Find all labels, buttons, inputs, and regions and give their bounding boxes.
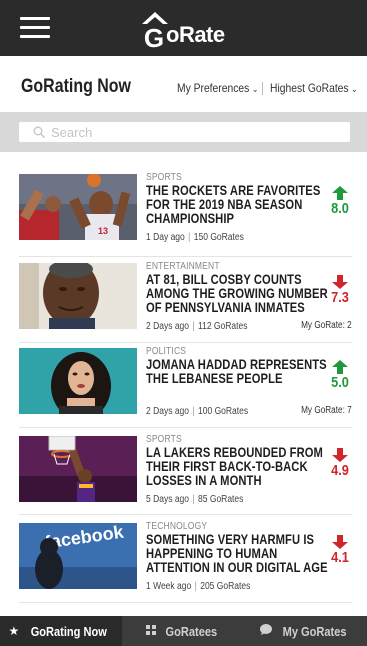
- filter-divider: [262, 82, 263, 95]
- gorate-score[interactable]: 4.9: [328, 448, 352, 479]
- basketball-player-photo: 13: [19, 174, 137, 240]
- portrait-photo: [19, 263, 137, 329]
- news-meta: 1 Week ago | 205 GoRates: [146, 581, 251, 592]
- news-age: 1 Day ago: [146, 232, 185, 243]
- news-gorates-count: 112 GoRates: [198, 321, 248, 332]
- news-gorates-count: 85 GoRates: [198, 494, 244, 505]
- gorate-score[interactable]: 5.0: [328, 360, 352, 391]
- my-gorate: My GoRate: 7: [301, 405, 352, 416]
- divider: [19, 342, 352, 343]
- my-preferences-label: My Preferences: [177, 81, 250, 95]
- news-headline[interactable]: THE ROCKETS ARE FAVORITES FOR THE 2019 N…: [146, 183, 330, 225]
- news-headline[interactable]: SOMETHING VERY HARMFU IS HAPPENING TO HU…: [146, 532, 330, 574]
- news-meta: 5 Days ago | 85 GoRates: [146, 494, 244, 505]
- arrow-up-icon: [332, 360, 348, 374]
- chevron-down-icon: ⌄: [351, 84, 358, 94]
- news-age: 1 Week ago: [146, 581, 192, 592]
- tab-my-gorates[interactable]: My GoRates: [245, 616, 367, 646]
- news-headline[interactable]: AT 81, BILL COSBY COUNTS AMONG THE GROWI…: [146, 272, 330, 314]
- menu-icon[interactable]: [20, 17, 50, 39]
- news-meta: 2 Days ago | 100 GoRates: [146, 406, 249, 417]
- logo-letter: G: [144, 23, 164, 50]
- feed-header: GoRating Now My Preferences ⌄ Highest GoR…: [0, 56, 367, 112]
- arrow-down-icon: [332, 535, 348, 549]
- news-age: 2 Days ago: [146, 406, 190, 417]
- news-card[interactable]: POLITICS JOMANA HADDAD REPRESENTS THE LE…: [19, 346, 352, 428]
- arrow-down-icon: [332, 275, 348, 289]
- news-thumbnail[interactable]: [19, 263, 137, 329]
- tab-label: GoRatees: [165, 623, 217, 639]
- search-box[interactable]: [19, 122, 350, 142]
- score-value: 8.0: [331, 200, 349, 217]
- arrow-up-icon: [332, 186, 348, 200]
- score-value: 7.3: [331, 289, 349, 306]
- bottom-tab-bar: ★ GoRating Now GoRatees My GoRates: [0, 616, 367, 646]
- divider: [19, 427, 352, 428]
- top-bar: G oRate: [0, 0, 367, 56]
- gorate-score[interactable]: 8.0: [328, 186, 352, 217]
- grid-icon: [145, 624, 156, 638]
- tab-label: My GoRates: [282, 623, 347, 639]
- news-gorates-count: 150 GoRates: [193, 232, 244, 243]
- news-card[interactable]: SPORTS LA LAKERS REBOUNDED FROM THEIR FI…: [19, 434, 352, 516]
- news-meta: 1 Day ago | 150 GoRates: [146, 232, 244, 243]
- news-gorates-count: 205 GoRates: [200, 581, 251, 592]
- facebook-sign-photo: facebook: [19, 523, 137, 589]
- news-age: 2 Days ago: [146, 321, 190, 332]
- chat-bubble-icon: [259, 624, 272, 638]
- gorate-score[interactable]: 4.1: [328, 535, 352, 566]
- divider: [19, 256, 352, 257]
- news-meta: 2 Days ago | 112 GoRates: [146, 321, 248, 332]
- page-title: GoRating Now: [21, 76, 131, 97]
- divider: [19, 514, 352, 515]
- score-value: 5.0: [331, 374, 349, 391]
- news-gorates-count: 100 GoRates: [198, 406, 249, 417]
- gorate-logo[interactable]: G oRate: [140, 10, 225, 50]
- search-input[interactable]: [51, 122, 341, 142]
- gorate-score[interactable]: 7.3: [328, 275, 352, 306]
- sort-label: Highest GoRates: [270, 81, 349, 95]
- my-gorate: My GoRate: 2: [301, 320, 352, 331]
- my-preferences-dropdown[interactable]: My Preferences ⌄: [177, 81, 258, 95]
- basketball-dunk-photo: [19, 436, 137, 502]
- search-band: [0, 112, 367, 152]
- news-card[interactable]: 13 SPORTS THE ROCKETS ARE FAVORITES FOR …: [19, 172, 352, 254]
- tab-goratees[interactable]: GoRatees: [122, 616, 244, 646]
- divider: [19, 602, 352, 603]
- tab-gorating-now[interactable]: ★ GoRating Now: [0, 616, 123, 646]
- portrait-photo: [19, 348, 137, 414]
- logo-text: oRate: [166, 22, 225, 47]
- news-thumbnail[interactable]: [19, 348, 137, 414]
- news-headline[interactable]: LA LAKERS REBOUNDED FROM THEIR FIRST BAC…: [146, 445, 330, 487]
- news-card[interactable]: ENTERTAINMENT AT 81, BILL COSBY COUNTS A…: [19, 261, 352, 343]
- news-thumbnail[interactable]: [19, 436, 137, 502]
- search-icon: [33, 126, 45, 138]
- news-headline[interactable]: JOMANA HADDAD REPRESENTS THE LEBANESE PE…: [146, 357, 330, 385]
- news-age: 5 Days ago: [146, 494, 190, 505]
- tab-label: GoRating Now: [30, 623, 108, 639]
- score-value: 4.9: [331, 462, 349, 479]
- chevron-down-icon: ⌄: [251, 84, 259, 94]
- arrow-down-icon: [332, 448, 348, 462]
- news-feed: 13 SPORTS THE ROCKETS ARE FAVORITES FOR …: [0, 152, 367, 615]
- news-thumbnail[interactable]: facebook: [19, 523, 137, 589]
- jersey-number: 13: [98, 226, 108, 236]
- news-card[interactable]: facebook TECHNOLOGY SOMETHING VERY HARMF…: [19, 521, 352, 603]
- score-value: 4.1: [331, 549, 349, 566]
- star-icon: ★: [8, 624, 20, 638]
- news-thumbnail[interactable]: 13: [19, 174, 137, 240]
- sort-dropdown[interactable]: Highest GoRates ⌄: [270, 81, 358, 95]
